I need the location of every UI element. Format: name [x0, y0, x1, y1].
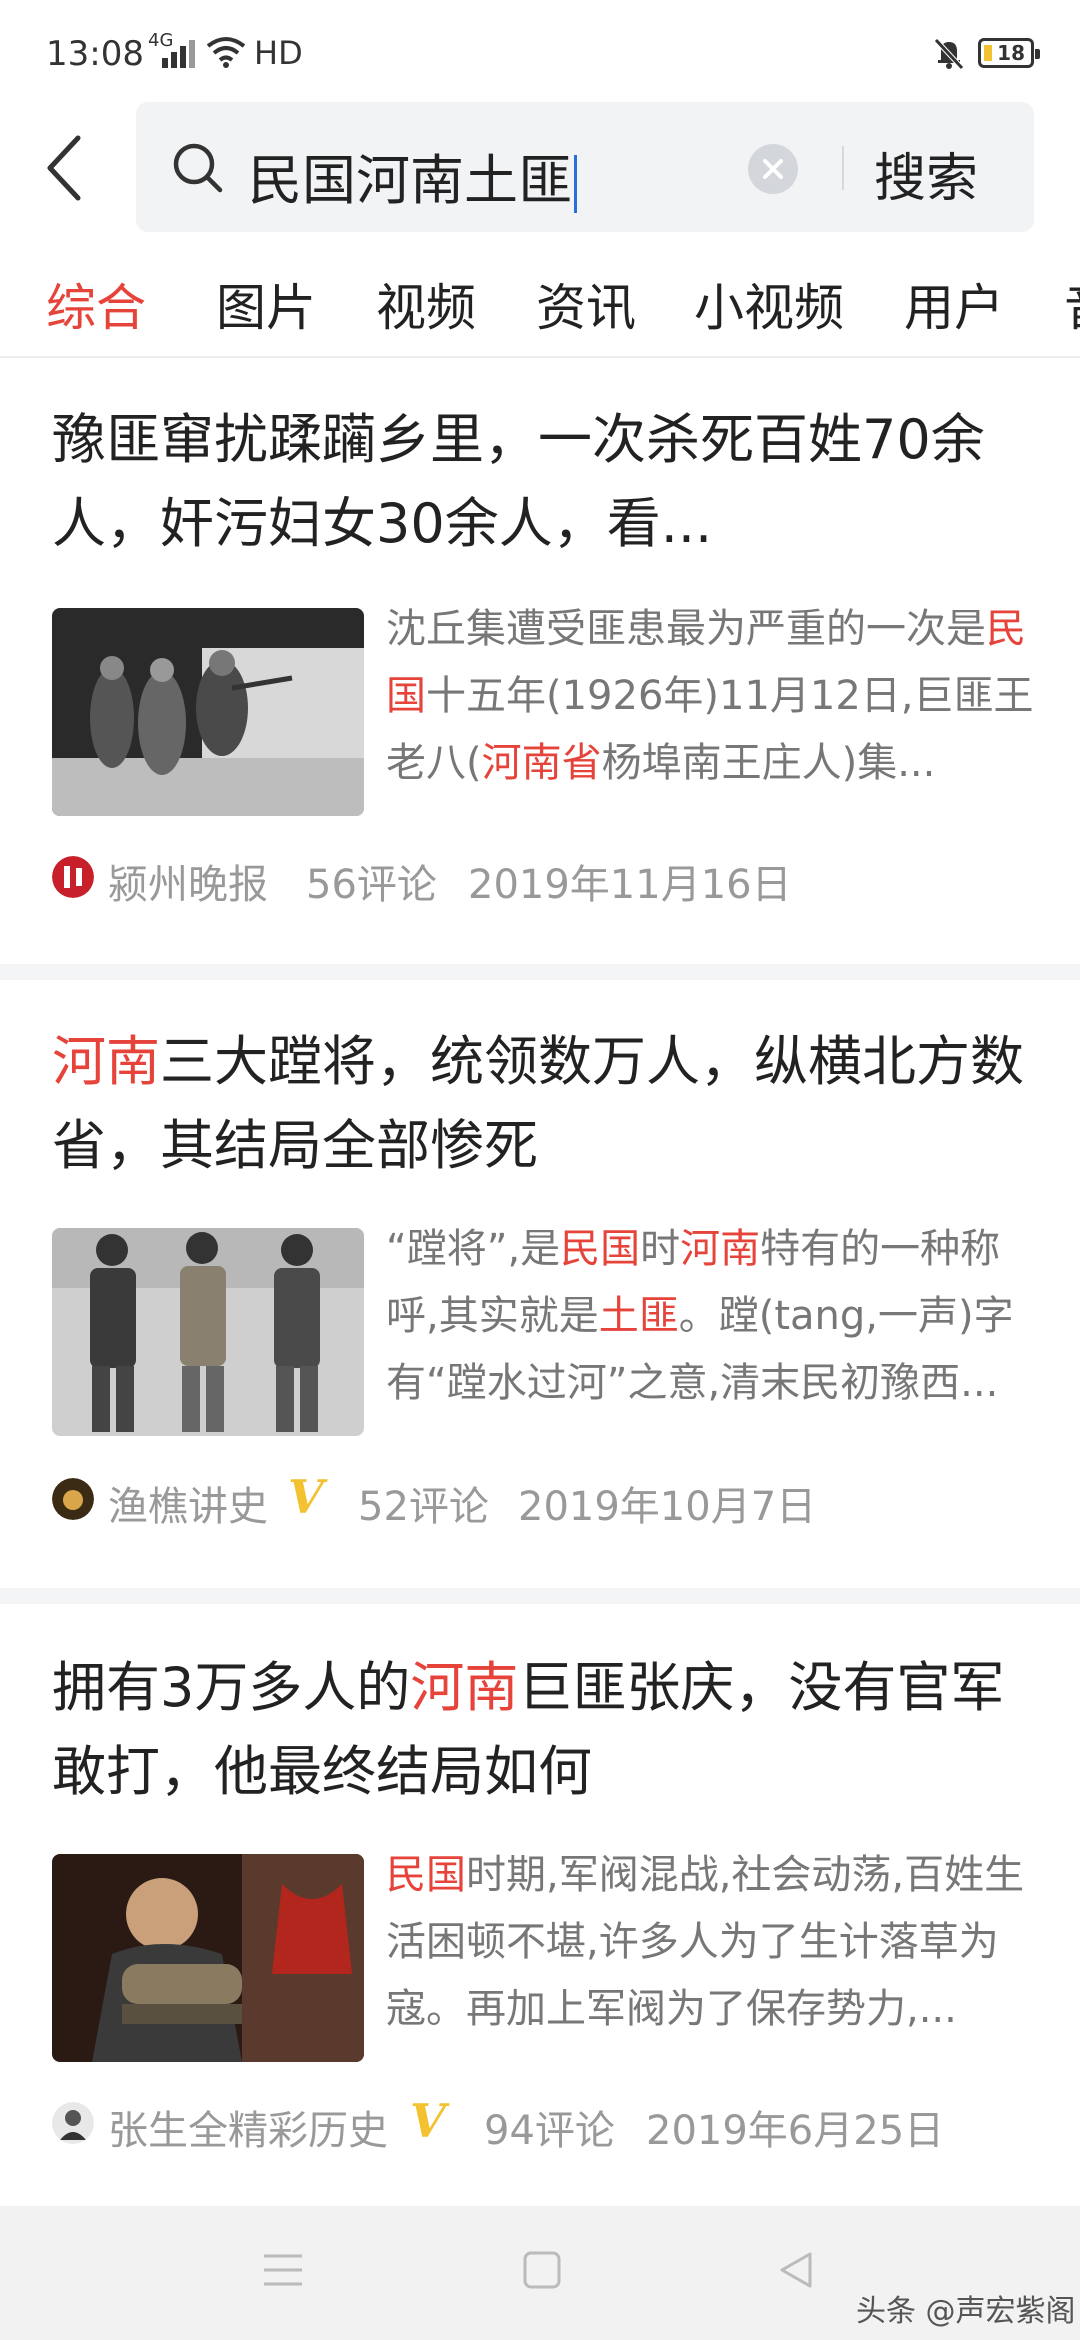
thumbnail-image [52, 1228, 364, 1436]
tab-news[interactable]: 资讯 [536, 268, 636, 340]
verified-badge-icon: V [288, 1470, 324, 1524]
search-submit-button[interactable]: 搜索 [874, 136, 978, 211]
result-thumbnail[interactable] [52, 1228, 364, 1436]
search-bar[interactable]: 民国河南土匪 搜索 [136, 102, 1034, 232]
hd-indicator: HD [254, 34, 303, 72]
close-icon [763, 159, 783, 179]
thumbnail-image [52, 608, 364, 816]
clear-search-button[interactable] [748, 144, 798, 194]
result-snippet: 民国时期,军阀混战,社会动荡,百姓生活困顿不堪,许多人为了生计落草为寇。再加上军… [386, 1852, 1025, 2032]
source-name[interactable]: 颍州晚报 [108, 852, 268, 910]
verified-badge-icon: V [410, 2094, 446, 2148]
card-separator [0, 964, 1080, 980]
result-snippet: 沈丘集遭受匪患最为严重的一次是民国十五年(1926年)11月12日,巨匪王老八(… [386, 606, 1034, 786]
home-icon[interactable] [522, 2250, 562, 2290]
source-avatar [52, 1478, 94, 1520]
source-avatar [52, 856, 94, 898]
publish-date: 2019年10月7日 [518, 1484, 817, 1530]
result-thumbnail[interactable] [52, 1854, 364, 2062]
menu-icon[interactable] [262, 2250, 304, 2290]
source-name[interactable]: 渔樵讲史 [108, 1474, 268, 1532]
source-name[interactable]: 张生全精彩历史 [108, 2098, 388, 2156]
thumbnail-image [52, 1854, 364, 2062]
publish-date: 2019年11月16日 [468, 862, 792, 908]
status-bar: 13:08 4G HD 18 [0, 0, 1080, 100]
publish-date: 2019年6月25日 [646, 2108, 945, 2154]
result-title[interactable]: 豫匪窜扰蹂躏乡里，一次杀死百姓70余人，奸污妇女30余人，看... [52, 398, 1042, 566]
category-tabs: 综合 图片 视频 资讯 小视频 用户 音 [0, 262, 1080, 358]
tab-short-videos[interactable]: 小视频 [694, 268, 844, 340]
search-query-text: 民国河南土匪 [248, 149, 572, 212]
back-triangle-icon[interactable] [776, 2250, 816, 2290]
search-icon [173, 143, 223, 193]
watermark: 头条 @声宏紫阁 [856, 2294, 1076, 2329]
signal-icon [162, 40, 195, 68]
comment-count: 52评论 [358, 1484, 489, 1530]
result-title[interactable]: 河南三大蹚将，统领数万人，纵横北方数省，其结局全部惨死 [52, 1020, 1042, 1188]
result-snippet: “蹚将”,是民国时河南特有的一种称呼,其实就是土匪。蹚(tang,一声)字有“蹚… [386, 1226, 1014, 1406]
result-card[interactable]: 拥有3万多人的河南巨匪张庆，没有官军敢打，他最终结局如何 民国时期,军阀混战,社… [0, 1604, 1080, 2204]
source-avatar [52, 2102, 94, 2144]
status-time: 13:08 [46, 34, 144, 74]
search-input[interactable]: 民国河南土匪 [248, 136, 577, 215]
search-divider [842, 146, 844, 190]
result-card[interactable]: 河南三大蹚将，统领数万人，纵横北方数省，其结局全部惨死 “蹚将”,是民国时河南特… [0, 980, 1080, 1600]
tab-users[interactable]: 用户 [904, 268, 1004, 340]
wifi-icon [206, 37, 246, 68]
tab-videos[interactable]: 视频 [376, 268, 476, 340]
result-card[interactable]: 豫匪窜扰蹂躏乡里，一次杀死百姓70余人，奸污妇女30余人，看... 沈丘集遭受匪… [0, 360, 1080, 980]
text-caret [574, 155, 577, 214]
comment-count: 94评论 [484, 2108, 615, 2154]
result-title[interactable]: 拥有3万多人的河南巨匪张庆，没有官军敢打，他最终结局如何 [52, 1646, 1042, 1814]
tab-music[interactable]: 音 [1064, 268, 1080, 340]
card-separator [0, 1588, 1080, 1604]
battery-indicator: 18 [978, 38, 1040, 68]
back-arrow-icon[interactable] [40, 128, 100, 208]
tab-images[interactable]: 图片 [216, 268, 316, 340]
comment-count: 56评论 [306, 862, 437, 908]
result-thumbnail[interactable] [52, 608, 364, 816]
mute-bell-icon [934, 38, 964, 70]
tab-comprehensive[interactable]: 综合 [46, 268, 146, 340]
